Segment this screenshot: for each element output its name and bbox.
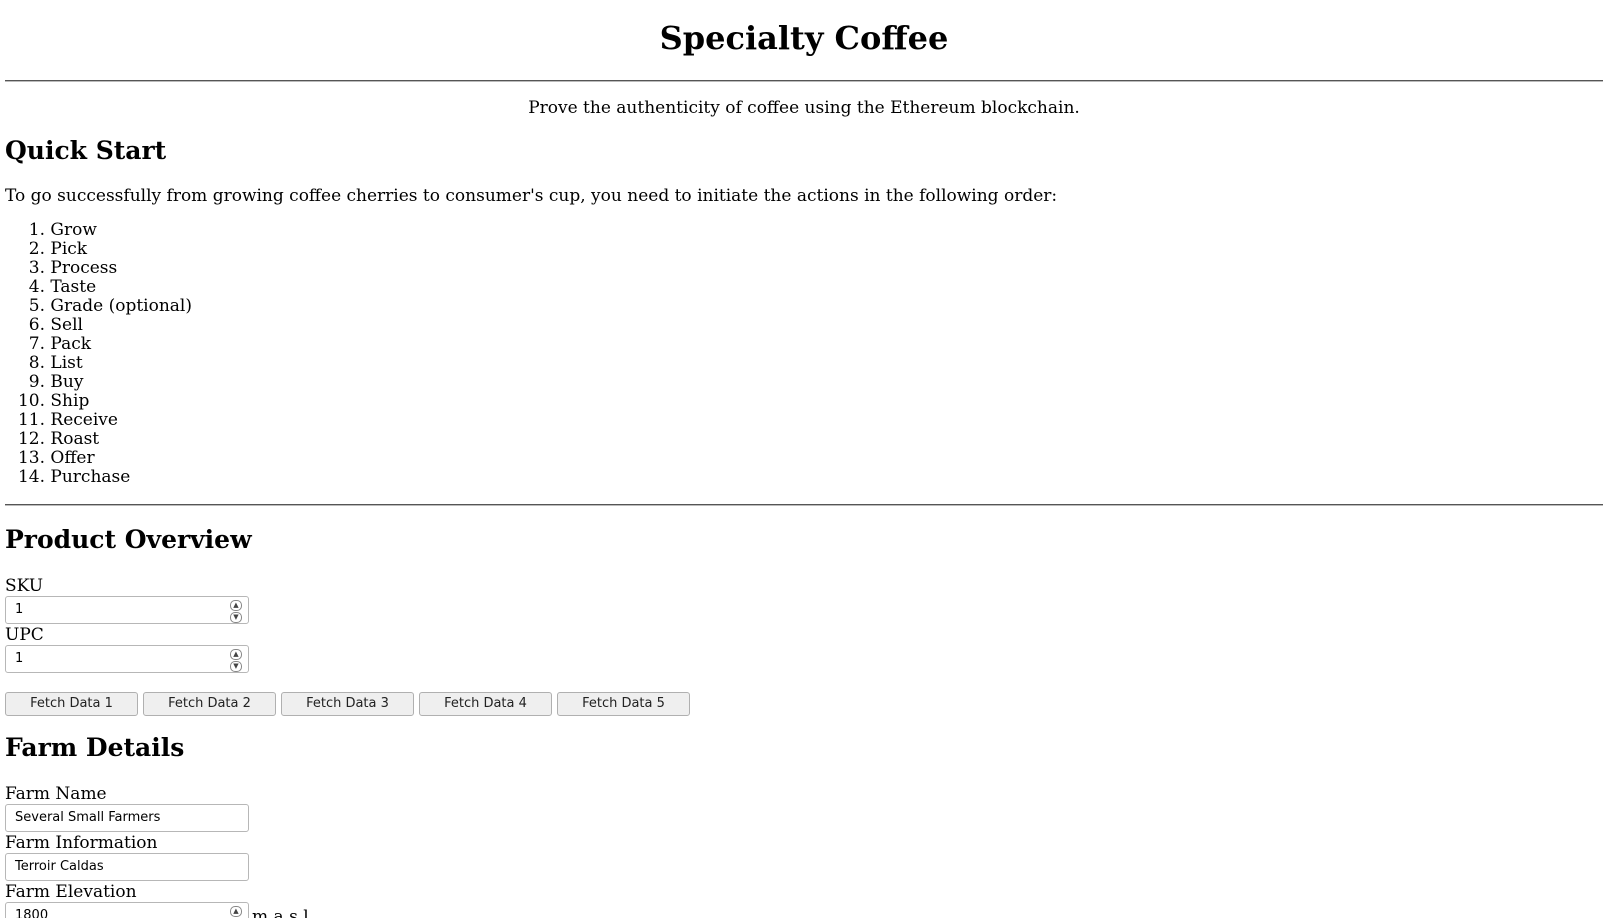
chevron-up-icon[interactable]: ▲ (230, 649, 242, 660)
sku-stepper[interactable]: ▲ ▼ (230, 600, 242, 623)
chevron-up-icon[interactable]: ▲ (230, 906, 242, 917)
list-item: 8. List (28, 353, 83, 373)
step-label: Grow (50, 220, 97, 240)
upc-value: 1 (15, 651, 24, 666)
divider (5, 504, 1603, 506)
step-label: Ship (50, 391, 90, 411)
chevron-up-icon[interactable]: ▲ (230, 600, 242, 611)
step-label: Roast (50, 429, 100, 449)
list-item: 4. Taste (28, 277, 97, 297)
list-item: 10. Ship (17, 391, 90, 411)
step-label: Process (50, 258, 118, 278)
farm-elevation-value: 1800 (15, 908, 49, 918)
quick-start-intro: To go successfully from growing coffee c… (5, 186, 1058, 206)
sku-input[interactable]: 1 ▲ ▼ (5, 596, 249, 624)
step-label: Purchase (50, 467, 131, 487)
sku-label: SKU (5, 576, 44, 596)
fetch-data-2-button[interactable]: Fetch Data 2 (143, 692, 276, 716)
list-item: 2. Pick (28, 239, 88, 259)
step-label: Buy (50, 372, 84, 392)
upc-stepper[interactable]: ▲ ▼ (230, 649, 242, 672)
elevation-unit: m.a.s.l. (252, 907, 315, 918)
farm-details-heading: Farm Details (5, 733, 185, 762)
sku-value: 1 (15, 602, 24, 617)
farm-information-input[interactable]: Terroir Caldas (5, 853, 249, 881)
fetch-data-5-button[interactable]: Fetch Data 5 (557, 692, 690, 716)
divider (5, 80, 1603, 82)
list-item: 1. Grow (28, 220, 97, 240)
step-label: Sell (50, 315, 83, 335)
fetch-data-3-button[interactable]: Fetch Data 3 (281, 692, 414, 716)
list-item: 11. Receive (17, 410, 118, 430)
product-overview-heading: Product Overview (5, 525, 252, 554)
chevron-down-icon[interactable]: ▼ (230, 612, 242, 623)
farm-name-label: Farm Name (5, 784, 107, 804)
quick-start-heading: Quick Start (5, 136, 167, 165)
page-title: Specialty Coffee (659, 19, 949, 57)
upc-input[interactable]: 1 ▲ ▼ (5, 645, 249, 673)
list-item: 3. Process (28, 258, 118, 278)
step-label: Pack (50, 334, 92, 354)
chevron-down-icon[interactable]: ▼ (230, 661, 242, 672)
fetch-data-4-button[interactable]: Fetch Data 4 (419, 692, 552, 716)
steps-list: 1. Grow 2. Pick 3. Process 4. Taste 5. G… (5, 221, 192, 487)
farm-elevation-input[interactable]: 1800 ▲ ▼ (5, 902, 249, 918)
fetch-data-1-button[interactable]: Fetch Data 1 (5, 692, 138, 716)
step-label: Grade (optional) (50, 296, 193, 316)
upc-label: UPC (5, 625, 44, 645)
list-item: 14. Purchase (17, 467, 131, 487)
step-label: Offer (50, 448, 95, 468)
list-item: 9. Buy (28, 372, 84, 392)
step-label: List (50, 353, 83, 373)
farm-information-value: Terroir Caldas (15, 859, 104, 874)
list-item: 13. Offer (17, 448, 95, 468)
farm-information-label: Farm Information (5, 833, 158, 853)
step-label: Receive (50, 410, 118, 430)
farm-elevation-label: Farm Elevation (5, 882, 137, 902)
farm-elevation-stepper[interactable]: ▲ ▼ (230, 906, 242, 918)
tagline: Prove the authenticity of coffee using t… (528, 98, 1080, 118)
list-item: 6. Sell (28, 315, 83, 335)
list-item: 7. Pack (28, 334, 92, 354)
farm-name-value: Several Small Farmers (15, 810, 161, 825)
list-item: 5. Grade (optional) (28, 296, 193, 316)
step-label: Pick (50, 239, 88, 259)
farm-name-input[interactable]: Several Small Farmers (5, 804, 249, 832)
step-label: Taste (50, 277, 97, 297)
list-item: 12. Roast (17, 429, 100, 449)
